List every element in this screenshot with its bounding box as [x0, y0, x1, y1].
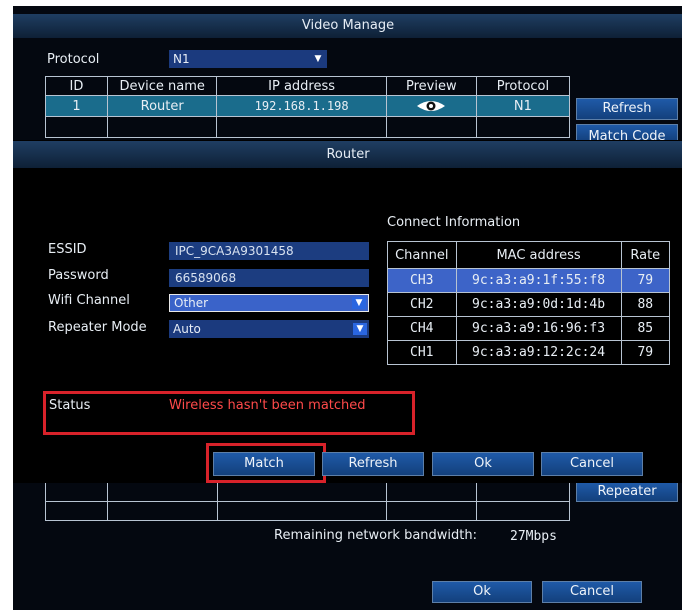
table-row[interactable]: CH1 9c:a3:a9:12:2c:24 79 — [387, 340, 671, 365]
wifi-channel-value: Other — [174, 296, 209, 310]
router-refresh-button[interactable]: Refresh — [322, 452, 424, 476]
connect-info-table: Channel MAC address Rate CH3 9c:a3:a9:1f… — [387, 241, 671, 365]
channel-cell: CH3 — [387, 268, 457, 293]
refresh-button[interactable]: Refresh — [576, 98, 678, 120]
column-header: Channel — [387, 241, 457, 269]
bandwidth-value: 27Mbps — [510, 529, 557, 544]
column-header: Preview — [385, 76, 477, 96]
connect-table-header: Channel MAC address Rate — [387, 241, 671, 269]
device-name: Router — [106, 95, 218, 117]
table-row[interactable] — [44, 501, 570, 521]
device-table: ID Device name IP address Preview Protoc… — [45, 76, 571, 138]
table-row[interactable]: CH4 9c:a3:a9:16:96:f3 85 — [387, 316, 671, 341]
essid-field[interactable]: IPC_9CA3A9301458 — [169, 242, 369, 260]
device-table-header: ID Device name IP address Preview Protoc… — [45, 76, 571, 96]
rate-cell: 79 — [620, 340, 671, 365]
status-label: Status — [49, 398, 91, 413]
protocol-select-value: N1 — [173, 52, 190, 66]
device-table-lower — [44, 482, 570, 521]
table-row[interactable] — [45, 116, 571, 138]
device-ip: 192.168.1.198 — [216, 95, 387, 117]
chevron-down-icon: ▼ — [352, 297, 366, 309]
column-header: ID — [45, 76, 108, 96]
wifi-channel-label: Wifi Channel — [48, 293, 130, 308]
password-label: Password — [48, 268, 109, 283]
device-id: 1 — [45, 95, 108, 117]
table-row[interactable] — [44, 482, 570, 502]
preview-cell[interactable] — [385, 95, 477, 117]
router-ok-button[interactable]: Ok — [432, 452, 534, 476]
password-field[interactable]: 66589068 — [169, 269, 369, 287]
table-row[interactable]: 1 Router 192.168.1.198 N1 — [45, 95, 571, 117]
router-dialog-title: Router — [13, 141, 682, 168]
repeater-mode-value: Auto — [173, 322, 201, 336]
chevron-down-icon: ▼ — [314, 54, 322, 64]
connect-info-label: Connect Information — [387, 215, 521, 230]
repeater-button[interactable]: Repeater — [576, 482, 678, 502]
column-header: Rate — [620, 241, 671, 269]
eye-icon[interactable] — [415, 98, 447, 114]
column-header: Protocol — [475, 76, 571, 96]
mac-cell: 9c:a3:a9:0d:1d:4b — [455, 292, 622, 317]
channel-cell: CH1 — [387, 340, 457, 365]
cancel-button[interactable]: Cancel — [542, 581, 642, 603]
router-cancel-button[interactable]: Cancel — [541, 452, 643, 476]
channel-cell: CH4 — [387, 316, 457, 341]
table-row[interactable]: CH2 9c:a3:a9:0d:1d:4b 88 — [387, 292, 671, 317]
repeater-mode-label: Repeater Mode — [48, 320, 147, 335]
protocol-select[interactable]: N1 ▼ — [169, 50, 327, 68]
device-protocol: N1 — [475, 95, 571, 117]
chevron-down-icon: ▼ — [353, 323, 367, 335]
mac-cell: 9c:a3:a9:16:96:f3 — [455, 316, 622, 341]
rate-cell: 85 — [620, 316, 671, 341]
column-header: Device name — [106, 76, 218, 96]
video-manage-title: Video Manage — [13, 14, 682, 38]
ok-button[interactable]: Ok — [432, 581, 532, 603]
wifi-channel-select[interactable]: Other ▼ — [169, 294, 369, 312]
mac-cell: 9c:a3:a9:12:2c:24 — [455, 340, 622, 365]
mac-cell: 9c:a3:a9:1f:55:f8 — [455, 268, 622, 293]
column-header: MAC address — [455, 241, 622, 269]
rate-cell: 79 — [620, 268, 671, 293]
repeater-mode-select[interactable]: Auto ▼ — [169, 320, 369, 338]
bandwidth-label: Remaining network bandwidth: — [274, 528, 478, 543]
match-highlight-box — [206, 443, 326, 483]
protocol-label: Protocol — [47, 52, 100, 67]
column-header: IP address — [216, 76, 387, 96]
essid-label: ESSID — [48, 242, 87, 257]
rate-cell: 88 — [620, 292, 671, 317]
status-value: Wireless hasn't been matched — [169, 398, 366, 413]
table-row[interactable]: CH3 9c:a3:a9:1f:55:f8 79 — [387, 268, 671, 293]
channel-cell: CH2 — [387, 292, 457, 317]
